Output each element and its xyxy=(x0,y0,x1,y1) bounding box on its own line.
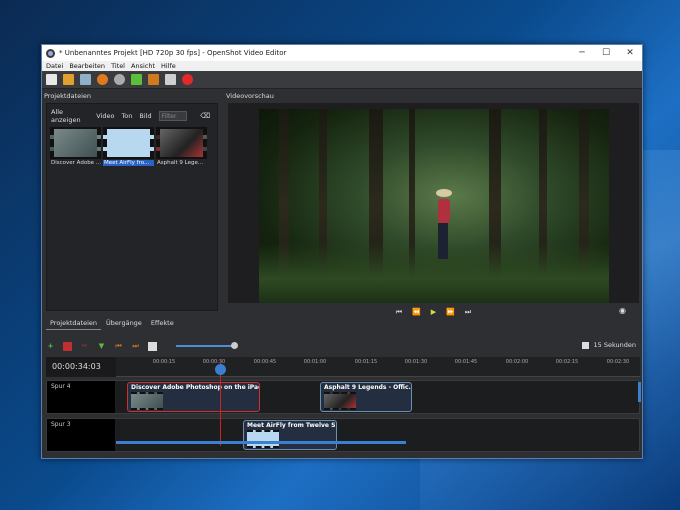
file-list: Discover Adobe ... Meet AirFly fro... As… xyxy=(47,124,217,169)
filter-image[interactable]: Bild xyxy=(139,112,151,120)
hiker-figure xyxy=(434,189,452,259)
file-thumbnail xyxy=(156,127,207,159)
menu-bearbeiten[interactable]: Bearbeiten xyxy=(69,62,105,70)
file-thumbnail xyxy=(103,127,154,159)
main-toolbar xyxy=(42,71,642,89)
file-item[interactable]: Discover Adobe ... xyxy=(50,127,101,166)
close-button[interactable]: ✕ xyxy=(618,48,642,58)
file-label: Asphalt 9 Lege... xyxy=(157,160,204,166)
snap-icon[interactable] xyxy=(63,341,72,351)
filter-video[interactable]: Video xyxy=(96,112,114,120)
clear-filter-icon[interactable]: ⌫ xyxy=(200,112,210,120)
project-files-header: Projektdateien xyxy=(44,92,92,100)
camera-icon[interactable]: ◉ xyxy=(619,306,626,315)
track-3[interactable]: Spur 3 Meet AirFly from Twelve S... xyxy=(46,418,640,452)
menu-hilfe[interactable]: Hilfe xyxy=(161,62,176,70)
clip-title: Discover Adobe Photoshop on the iPad... xyxy=(131,384,259,391)
add-marker-icon[interactable]: ▼ xyxy=(97,342,106,351)
menu-ansicht[interactable]: Ansicht xyxy=(131,62,155,70)
ruler-tick: 00:00:15 xyxy=(152,359,176,365)
tab-project-files[interactable]: Projektdateien xyxy=(46,317,102,330)
track-name: Spur 4 xyxy=(47,381,115,413)
bottom-tabs: Projektdateien Übergänge Effekte xyxy=(46,317,179,330)
timeline-ruler[interactable]: 00:00:15 00:00:30 00:00:45 00:01:00 00:0… xyxy=(116,357,640,377)
window-title: * Unbenanntes Projekt [HD 720p 30 fps] -… xyxy=(59,49,287,57)
filter-audio[interactable]: Ton xyxy=(121,112,132,120)
import-files-icon[interactable] xyxy=(131,74,142,85)
file-label: Discover Adobe ... xyxy=(51,160,101,166)
openshot-logo-icon xyxy=(46,48,55,58)
clip-thumbnail xyxy=(247,430,279,448)
preview-frame xyxy=(259,109,609,303)
next-marker-icon[interactable]: ⏭ xyxy=(131,342,140,351)
jump-start-button[interactable]: ⏮ xyxy=(396,308,402,317)
playback-controls: ⏮ ⏪ ▶ ⏩ ⏭ ◉ xyxy=(228,305,639,319)
timeline-toolbar: + ✂ ▼ ⏮ ⏭ 15 Sekunden xyxy=(46,339,640,353)
menu-bar: Datei Bearbeiten Titel Ansicht Hilfe xyxy=(42,61,642,71)
clip-thumbnail xyxy=(131,392,163,410)
fullscreen-icon[interactable] xyxy=(165,74,176,85)
save-project-icon[interactable] xyxy=(80,74,91,85)
jump-end-button[interactable]: ⏭ xyxy=(465,308,471,317)
zoom-toggle-icon[interactable] xyxy=(148,341,157,351)
timeline-horizontal-scrollbar[interactable] xyxy=(116,441,406,444)
playhead-handle[interactable] xyxy=(215,364,226,375)
timeline-vertical-scrollbar[interactable] xyxy=(638,382,641,402)
timeline-clip[interactable]: Discover Adobe Photoshop on the iPad... xyxy=(127,382,260,412)
track-name: Spur 3 xyxy=(47,419,115,451)
rewind-button[interactable]: ⏪ xyxy=(412,308,421,316)
zoom-seconds: 15 Sekunden xyxy=(582,341,636,349)
filter-bar: Alle anzeigen Video Ton Bild Filter ⌫ xyxy=(47,108,217,124)
file-item[interactable]: Meet AirFly fro... xyxy=(103,127,154,166)
timeline-clip[interactable]: Asphalt 9 Legends - Offic... xyxy=(320,382,412,412)
video-preview-header: Videovorschau xyxy=(226,92,274,100)
previous-marker-icon[interactable]: ⏮ xyxy=(114,342,123,351)
file-thumbnail xyxy=(50,127,101,159)
openshot-window: * Unbenanntes Projekt [HD 720p 30 fps] -… xyxy=(41,44,643,459)
clip-thumbnail xyxy=(324,392,356,410)
zoom-slider[interactable] xyxy=(176,345,234,347)
play-button[interactable]: ▶ xyxy=(431,308,436,316)
new-project-icon[interactable] xyxy=(46,74,57,85)
track-4[interactable]: Spur 4 Discover Adobe Photoshop on the i… xyxy=(46,380,640,414)
ruler-tick: 00:02:30 xyxy=(606,359,630,365)
ruler-tick: 00:01:00 xyxy=(303,359,327,365)
timeline-clip[interactable]: Meet AirFly from Twelve S... xyxy=(243,420,337,450)
ruler-tick: 00:02:15 xyxy=(555,359,579,365)
choose-profile-icon[interactable] xyxy=(148,74,159,85)
export-video-icon[interactable] xyxy=(182,74,193,85)
zoom-seconds-icon xyxy=(582,341,590,349)
ruler-tick: 00:02:00 xyxy=(505,359,529,365)
file-item[interactable]: Asphalt 9 Lege... xyxy=(156,127,207,166)
add-track-icon[interactable]: + xyxy=(46,342,55,351)
open-project-icon[interactable] xyxy=(63,74,74,85)
zoom-seconds-label: 15 Sekunden xyxy=(593,341,636,349)
minimize-button[interactable]: ─ xyxy=(570,48,594,58)
undo-icon[interactable] xyxy=(97,74,108,85)
ruler-tick: 00:01:15 xyxy=(354,359,378,365)
ruler-tick: 00:00:45 xyxy=(253,359,277,365)
title-bar: * Unbenanntes Projekt [HD 720p 30 fps] -… xyxy=(42,45,642,61)
redo-icon[interactable] xyxy=(114,74,125,85)
project-files-panel: Alle anzeigen Video Ton Bild Filter ⌫ Di… xyxy=(46,103,218,311)
fast-forward-button[interactable]: ⏩ xyxy=(446,308,455,316)
tab-transitions[interactable]: Übergänge xyxy=(102,317,146,330)
tab-effects[interactable]: Effekte xyxy=(147,317,178,330)
ruler-tick: 00:01:45 xyxy=(454,359,478,365)
clip-title: Asphalt 9 Legends - Offic... xyxy=(324,384,411,391)
video-preview-panel xyxy=(228,103,639,303)
ruler-tick: 00:01:30 xyxy=(404,359,428,365)
file-label: Meet AirFly fro... xyxy=(103,160,154,166)
zoom-slider-handle[interactable] xyxy=(231,342,238,349)
filter-input[interactable]: Filter xyxy=(158,111,188,121)
menu-datei[interactable]: Datei xyxy=(46,62,63,70)
clip-title: Meet AirFly from Twelve S... xyxy=(247,422,336,429)
timecode-display: 00:00:34:03 xyxy=(46,357,116,377)
razor-icon[interactable]: ✂ xyxy=(80,342,89,351)
menu-titel[interactable]: Titel xyxy=(111,62,125,70)
maximize-button[interactable]: ☐ xyxy=(594,48,618,58)
filter-show-all[interactable]: Alle anzeigen xyxy=(51,108,89,124)
